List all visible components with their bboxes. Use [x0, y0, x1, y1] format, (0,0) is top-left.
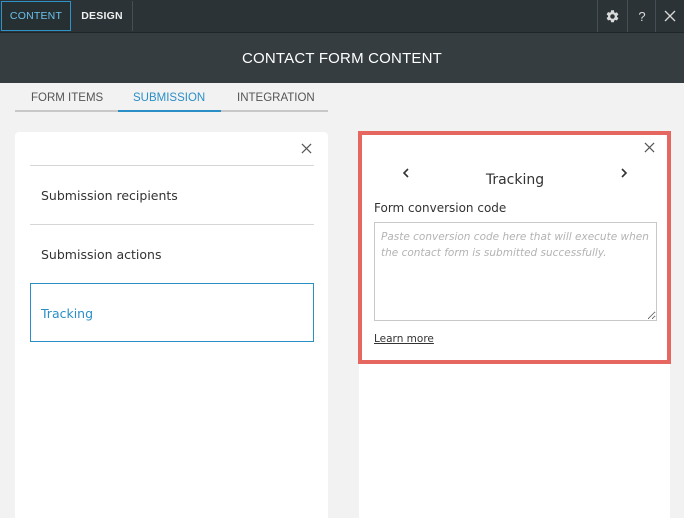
list-item-submission-recipients[interactable]: Submission recipients	[41, 188, 178, 203]
tab-design[interactable]: DESIGN	[72, 1, 133, 31]
list-item-submission-actions[interactable]: Submission actions	[41, 247, 161, 262]
title-bar: CONTACT FORM CONTENT	[0, 32, 684, 83]
list-item-tracking-label: Tracking	[41, 306, 94, 321]
chevron-right-icon-svg	[621, 168, 628, 178]
close-icon-svg	[301, 143, 312, 154]
close-icon[interactable]	[655, 0, 684, 32]
chevron-left-icon[interactable]	[401, 167, 411, 183]
help-icon[interactable]: ?	[627, 0, 656, 32]
tab-integration[interactable]: INTEGRATION	[237, 92, 315, 104]
tab-form-items[interactable]: FORM ITEMS	[31, 92, 103, 104]
tab-submission[interactable]: SUBMISSION	[133, 92, 205, 104]
active-tab-indicator	[118, 110, 221, 112]
divider	[30, 224, 314, 225]
page-title: CONTACT FORM CONTENT	[241, 49, 443, 67]
close-icon[interactable]	[644, 141, 655, 157]
close-icon-svg	[644, 142, 655, 153]
gear-icon[interactable]	[597, 0, 626, 32]
gear-icon-svg	[606, 9, 618, 22]
subtab-bar: FORM ITEMS SUBMISSION INTEGRATION	[15, 86, 328, 112]
form-conversion-code-label: Form conversion code	[374, 201, 507, 215]
submission-settings-panel: Submission recipients Submission actions…	[15, 132, 328, 518]
chevron-left-icon-svg	[402, 168, 409, 178]
chevron-right-icon[interactable]	[619, 167, 629, 183]
top-toolbar: CONTENT DESIGN ?	[0, 0, 684, 32]
close-icon-svg	[664, 10, 676, 22]
close-icon[interactable]	[301, 142, 312, 158]
panel-title: Tracking	[485, 172, 545, 188]
tab-content[interactable]: CONTENT	[1, 1, 71, 31]
learn-more-link[interactable]: Learn more	[374, 333, 434, 345]
divider	[30, 165, 314, 166]
conversion-code-textarea[interactable]	[374, 222, 657, 321]
